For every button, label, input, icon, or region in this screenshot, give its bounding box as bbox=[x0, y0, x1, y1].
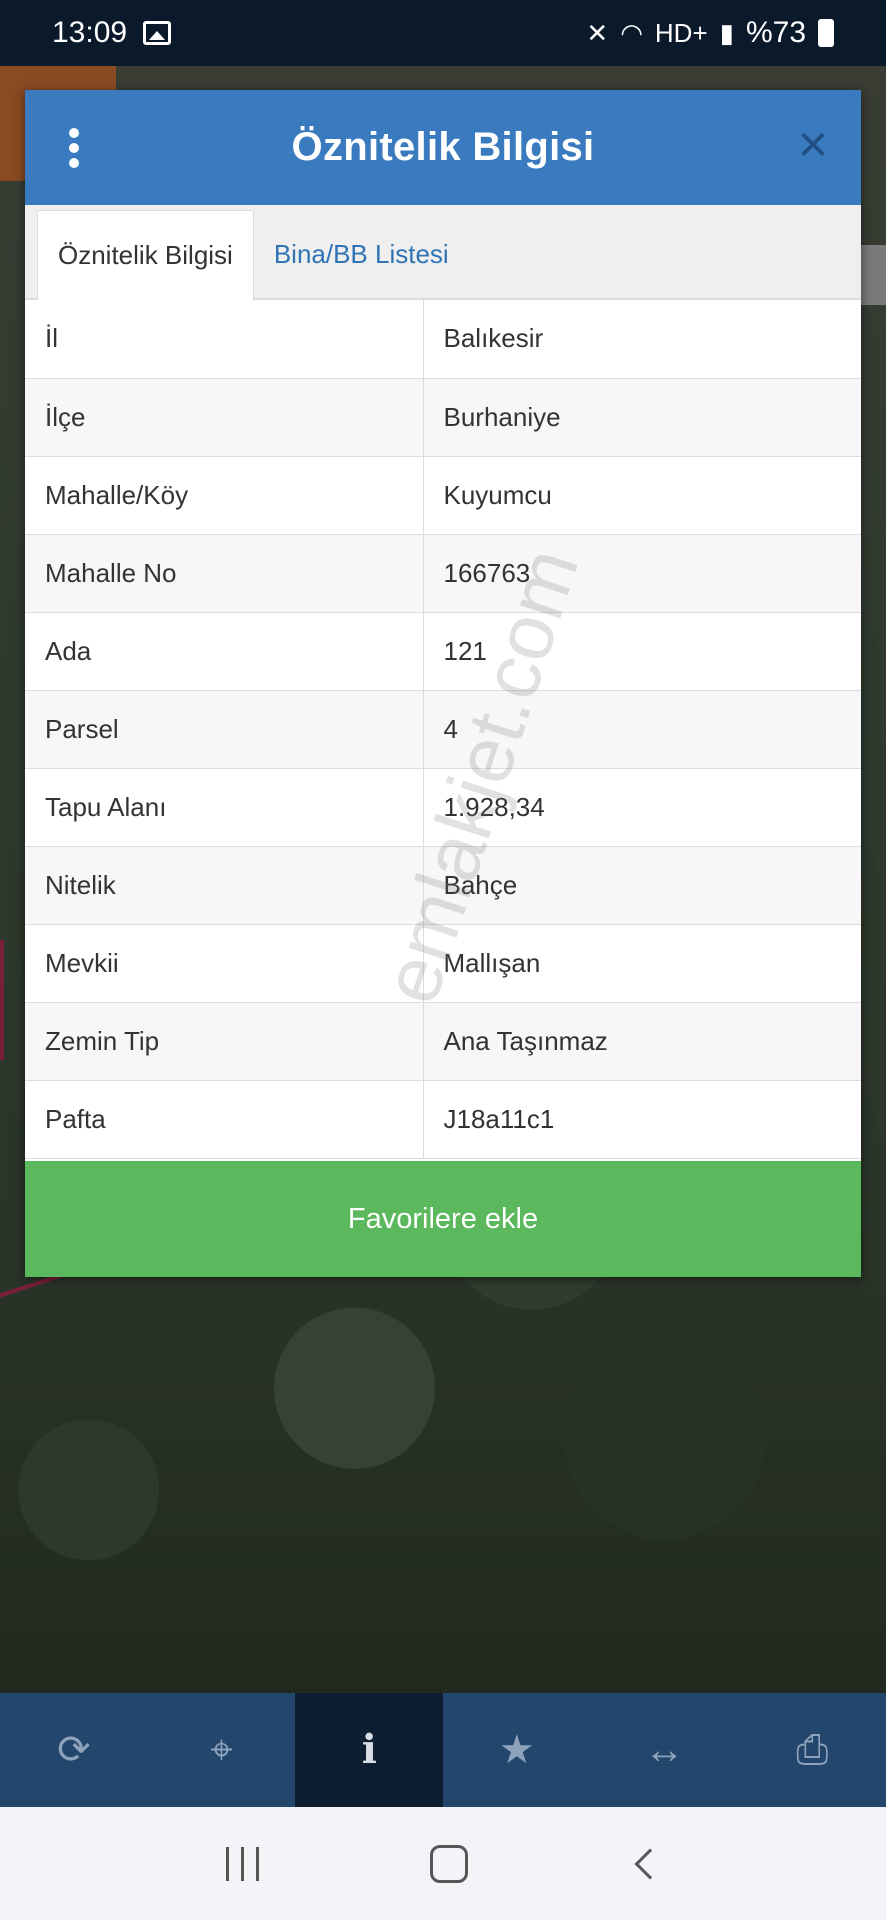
wifi-icon: ◠ bbox=[620, 17, 643, 48]
print-icon[interactable]: ⎙ bbox=[738, 1693, 886, 1807]
table-row: Ada 121 bbox=[25, 612, 861, 691]
row-value: Ana Taşınmaz bbox=[423, 1002, 861, 1081]
attribute-table: İl Balıkesir İlçe Burhaniye Mahalle/Köy … bbox=[25, 300, 861, 1159]
table-row: Zemin Tip Ana Taşınmaz bbox=[25, 1002, 861, 1081]
table-row: Pafta J18a11c1 bbox=[25, 1080, 861, 1159]
row-value: Burhaniye bbox=[423, 378, 861, 457]
battery-icon bbox=[818, 19, 834, 47]
hd-plus-icon: HD+ bbox=[654, 17, 708, 48]
tab-building-list[interactable]: Bina/BB Listesi bbox=[254, 210, 469, 298]
row-key: Parsel bbox=[25, 690, 424, 769]
row-value: Bahçe bbox=[423, 846, 861, 925]
tab-bar: Öznitelik Bilgisi Bina/BB Listesi bbox=[25, 205, 861, 300]
refresh-icon[interactable]: ⟳ bbox=[0, 1693, 148, 1807]
back-icon[interactable] bbox=[633, 1847, 666, 1880]
measure-icon[interactable]: ↔ bbox=[591, 1693, 739, 1807]
map-edge-overlay bbox=[860, 245, 886, 305]
row-key: Zemin Tip bbox=[25, 1002, 424, 1081]
close-icon[interactable]: ✕ bbox=[793, 126, 833, 166]
row-key: Nitelik bbox=[25, 846, 424, 925]
table-row: Nitelik Bahçe bbox=[25, 846, 861, 925]
row-value: J18a11c1 bbox=[423, 1080, 861, 1159]
row-key: Pafta bbox=[25, 1080, 424, 1159]
table-row: Parsel 4 bbox=[25, 690, 861, 769]
row-key: İl bbox=[25, 300, 424, 379]
signal-icon: ▮ bbox=[719, 17, 734, 48]
table-row: Mahalle No 166763 bbox=[25, 534, 861, 613]
row-value: 121 bbox=[423, 612, 861, 691]
row-value: Balıkesir bbox=[423, 300, 861, 379]
parcel-boundary-line bbox=[0, 940, 4, 1060]
status-time: 13:09 bbox=[52, 16, 128, 49]
battery-percent: %73 bbox=[745, 16, 806, 49]
image-icon bbox=[143, 21, 172, 45]
row-key: Mahalle/Köy bbox=[25, 456, 424, 535]
system-nav-bar bbox=[0, 1807, 886, 1920]
table-row: Tapu Alanı 1.928,34 bbox=[25, 768, 861, 847]
table-row: Mahalle/Köy Kuyumcu bbox=[25, 456, 861, 535]
locate-icon[interactable]: ⌖ bbox=[148, 1693, 296, 1807]
status-indicators: ✕ ◠ HD+ ▮ %73 bbox=[586, 16, 834, 50]
table-row: İlçe Burhaniye bbox=[25, 378, 861, 457]
row-key: Ada bbox=[25, 612, 424, 691]
add-to-favorites-button[interactable]: Favorilere ekle bbox=[25, 1161, 861, 1277]
row-value: 166763 bbox=[423, 534, 861, 613]
dialog-header: Öznitelik Bilgisi ✕ bbox=[25, 90, 861, 205]
bottom-toolbar: ⟳ ⌖ ℹ ★ ↔ ⎙ bbox=[0, 1693, 886, 1807]
home-icon[interactable] bbox=[429, 1844, 468, 1883]
row-value: 4 bbox=[423, 690, 861, 769]
row-key: Mevkii bbox=[25, 924, 424, 1003]
row-key: Mahalle No bbox=[25, 534, 424, 613]
row-value: Kuyumcu bbox=[423, 456, 861, 535]
info-icon[interactable]: ℹ bbox=[295, 1693, 444, 1807]
attribute-info-dialog: Öznitelik Bilgisi ✕ Öznitelik Bilgisi Bi… bbox=[25, 90, 861, 1277]
mute-icon: ✕ bbox=[586, 17, 609, 48]
dialog-title: Öznitelik Bilgisi bbox=[291, 125, 595, 169]
star-icon[interactable]: ★ bbox=[443, 1693, 591, 1807]
table-row: Mevkii Mallışan bbox=[25, 924, 861, 1003]
row-value: 1.928,34 bbox=[423, 768, 861, 847]
tab-attribute-info[interactable]: Öznitelik Bilgisi bbox=[37, 210, 254, 300]
recent-apps-icon[interactable] bbox=[225, 1846, 259, 1881]
table-row: İl Balıkesir bbox=[25, 300, 861, 379]
row-value: Mallışan bbox=[423, 924, 861, 1003]
status-bar: 13:09 ✕ ◠ HD+ ▮ %73 bbox=[0, 0, 886, 66]
more-options-icon[interactable] bbox=[67, 128, 81, 168]
row-key: İlçe bbox=[25, 378, 424, 457]
row-key: Tapu Alanı bbox=[25, 768, 424, 847]
